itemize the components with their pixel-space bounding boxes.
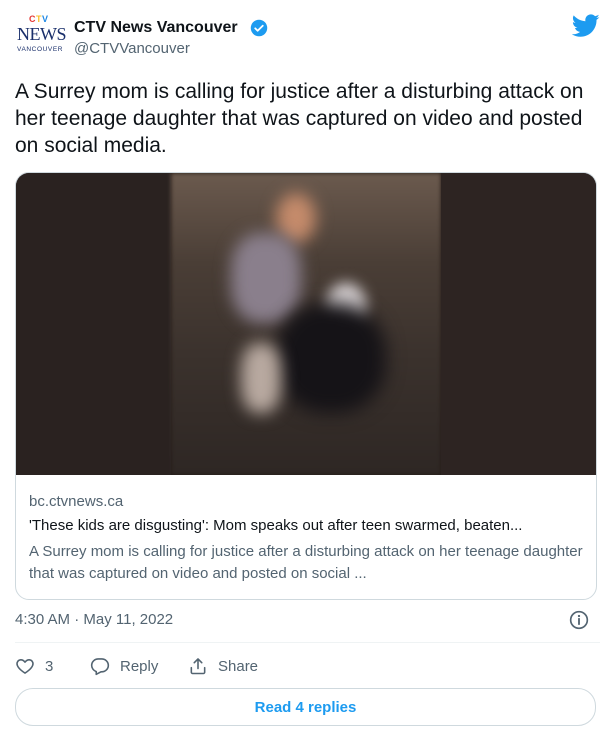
share-button[interactable]: Share (188, 655, 258, 677)
share-icon (190, 658, 206, 675)
twitter-bird-icon[interactable] (572, 14, 600, 38)
account-name[interactable]: CTV News Vancouver (74, 19, 238, 37)
link-preview-card[interactable]: bc.ctvnews.ca 'These kids are disgusting… (15, 172, 597, 600)
card-description: A Surrey mom is calling for justice afte… (29, 543, 583, 582)
reply-label: Reply (120, 657, 159, 675)
logo-sub-text: VANCOUVER (17, 46, 64, 53)
logo-news-text: NEWS (17, 24, 67, 44)
heart-icon (16, 659, 34, 674)
account-handle[interactable]: @CTVVancouver (74, 40, 190, 57)
like-button[interactable]: 3 (15, 655, 53, 677)
tweet-text: A Surrey mom is calling for justice afte… (15, 80, 584, 157)
share-label: Share (218, 657, 259, 675)
divider (15, 642, 600, 643)
like-count: 3 (45, 657, 54, 675)
reply-button[interactable]: Reply (90, 655, 158, 677)
reply-icon (90, 658, 110, 676)
tweet-header: CTV NEWS VANCOUVER CTV News Vancouver @C… (15, 10, 600, 66)
card-title[interactable]: 'These kids are disgusting': Mom speaks … (29, 517, 584, 534)
ctv-news-vancouver-logo[interactable]: CTV NEWS VANCOUVER (15, 14, 67, 62)
card-image[interactable] (16, 173, 596, 475)
verified-badge-icon (250, 19, 268, 37)
card-domain: bc.ctvnews.ca (29, 493, 124, 510)
info-icon[interactable] (569, 610, 589, 630)
read-replies-button[interactable]: Read 4 replies (15, 688, 596, 726)
tweet-timestamp[interactable]: 4:30 AM · May 11, 2022 (15, 611, 173, 628)
